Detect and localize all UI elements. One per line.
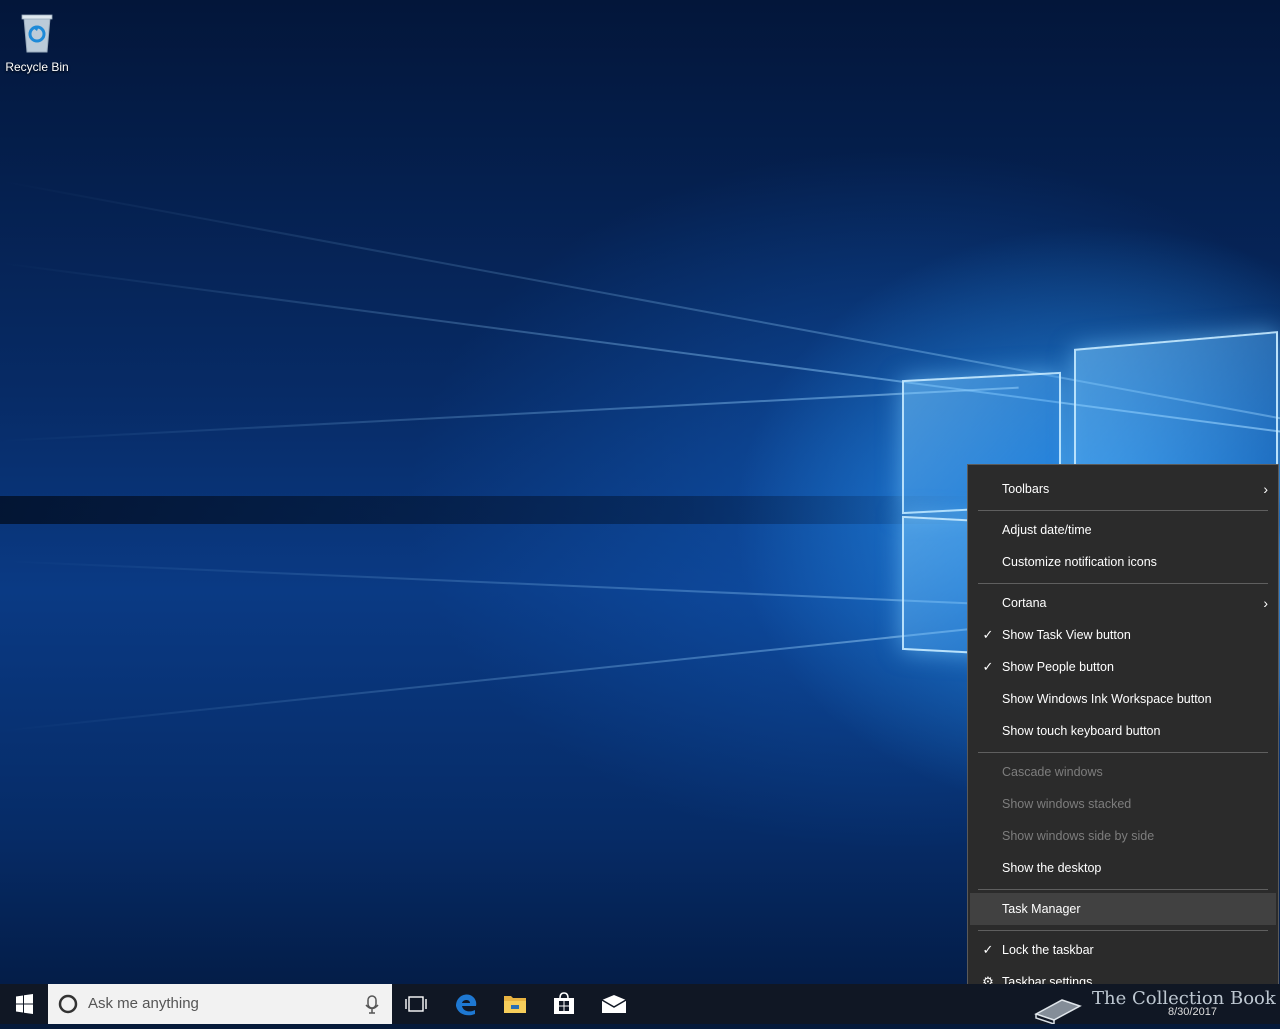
menu-item-task-manager[interactable]: Task Manager — [970, 893, 1276, 925]
menu-item-show-task-view-button[interactable]: ✓ Show Task View button — [970, 619, 1276, 651]
menu-separator — [978, 930, 1268, 931]
taskbar-context-menu: Toolbars › Adjust date/time Customize no… — [967, 464, 1279, 1006]
menu-item-toolbars[interactable]: Toolbars › — [970, 473, 1276, 505]
menu-item-cortana[interactable]: Cortana › — [970, 587, 1276, 619]
microphone-icon[interactable] — [362, 984, 382, 1024]
task-view-icon — [405, 996, 427, 1012]
edge-button[interactable] — [442, 984, 490, 1024]
file-explorer-icon — [504, 996, 526, 1013]
menu-separator — [978, 510, 1268, 511]
recycle-bin-label: Recycle Bin — [5, 60, 69, 74]
menu-separator — [978, 889, 1268, 890]
task-view-button[interactable] — [392, 984, 440, 1024]
menu-item-show-windows-ink-workspace-button[interactable]: Show Windows Ink Workspace button — [970, 683, 1276, 715]
menu-item-show-touch-keyboard-button[interactable]: Show touch keyboard button — [970, 715, 1276, 747]
start-button[interactable] — [0, 984, 48, 1024]
chevron-right-icon: › — [1263, 595, 1268, 611]
checkmark-icon: ✓ — [982, 627, 994, 642]
menu-item-show-windows-stacked: Show windows stacked — [1002, 797, 1132, 811]
menu-item-show-windows-side-by-side: Show windows side by side — [1002, 829, 1155, 843]
watermark-text: The Collection Book — [1092, 988, 1276, 1009]
store-button[interactable] — [540, 984, 588, 1024]
recycle-bin-icon — [19, 10, 55, 54]
mail-icon — [601, 995, 627, 1013]
mail-button[interactable] — [590, 984, 638, 1024]
search-placeholder: Ask me anything — [88, 995, 199, 1012]
file-explorer-button[interactable] — [491, 984, 539, 1024]
menu-item-adjust-date-time[interactable]: Adjust date/time — [970, 514, 1276, 546]
menu-separator — [978, 583, 1268, 584]
watermark: The Collection Book — [1030, 980, 1276, 1029]
edge-icon — [456, 994, 477, 1016]
chevron-right-icon: › — [1263, 481, 1268, 497]
menu-item-lock-the-taskbar[interactable]: ✓ Lock the taskbar — [970, 934, 1276, 966]
desktop-icon-recycle-bin[interactable]: Recycle Bin — [0, 6, 74, 74]
taskbar: Ask me anything 8/30/2017 — [0, 984, 1280, 1024]
book-logo-icon — [1034, 999, 1082, 1026]
checkmark-icon: ✓ — [982, 659, 994, 674]
menu-separator — [978, 752, 1268, 753]
menu-item-show-people-button[interactable]: ✓ Show People button — [970, 651, 1276, 683]
cortana-icon — [58, 994, 78, 1014]
menu-item-show-the-desktop[interactable]: Show the desktop — [970, 852, 1276, 884]
menu-item-customize-notification-icons[interactable]: Customize notification icons — [970, 546, 1276, 578]
windows-logo-icon — [16, 994, 33, 1014]
store-icon — [554, 992, 574, 1014]
checkmark-icon: ✓ — [982, 942, 994, 957]
cortana-search-box[interactable]: Ask me anything — [48, 984, 392, 1024]
menu-item-cascade-windows: Cascade windows — [1002, 765, 1103, 779]
